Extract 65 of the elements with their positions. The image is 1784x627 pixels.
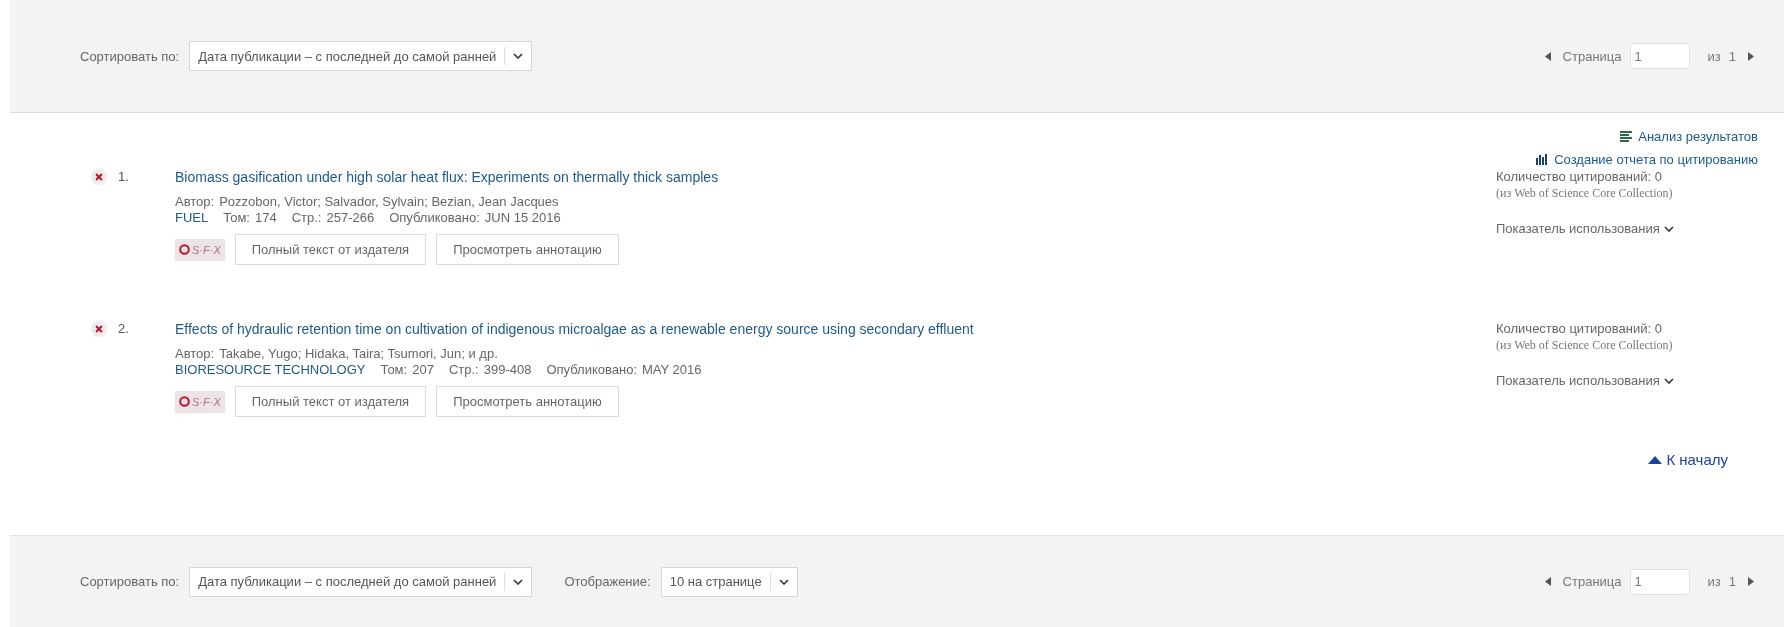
chevron-down-icon	[1663, 225, 1674, 232]
remove-icon	[90, 168, 108, 186]
full-text-button[interactable]: Полный текст от издателя	[234, 234, 427, 265]
back-to-top-link[interactable]: К началу	[1648, 451, 1728, 468]
author-list: Pozzobon, Victor; Salvador, Sylvain; Bezian, Jean Jacques	[219, 194, 559, 210]
detail-label: Стр.:	[291, 210, 322, 226]
usage-count-toggle[interactable]: Показатель использования	[1496, 373, 1674, 388]
chevron-down-icon	[1663, 377, 1674, 384]
view-abstract-button[interactable]: Просмотреть аннотацию	[436, 386, 619, 417]
sort-label: Сортировать по:	[80, 574, 180, 589]
page-number-field[interactable]: 1	[1629, 568, 1690, 595]
page-count: 1	[1728, 48, 1736, 64]
analyze-results-link[interactable]: Анализ результатов	[1620, 129, 1758, 144]
sort-dropdown[interactable]: Дата публикации – с последней до самой ранней	[189, 566, 533, 597]
left-triangle-icon	[1544, 51, 1551, 61]
chevron-down-icon	[513, 578, 524, 585]
remove-icon	[90, 320, 108, 338]
detail-value: 399-408	[483, 362, 532, 378]
citation-count: Количество цитирований: 0	[1496, 321, 1663, 336]
list-icon	[1620, 131, 1633, 142]
full-text-button[interactable]: Полный текст от издателя	[234, 386, 427, 417]
record-title-link[interactable]: Biomass gasification under high solar heat flux: Experiments on thermally thick samples	[175, 169, 1496, 185]
citation-source: (из Web of Science Core Collection)	[1496, 186, 1674, 201]
detail-value: 174	[254, 210, 277, 226]
journal-link[interactable]: FUEL	[175, 210, 209, 226]
detail-value: 257-266	[326, 210, 375, 226]
view-abstract-button[interactable]: Просмотреть аннотацию	[436, 234, 619, 265]
usage-count-toggle[interactable]: Показатель использования	[1496, 221, 1674, 236]
left-triangle-icon	[1544, 577, 1551, 586]
ring-icon	[179, 244, 190, 255]
author-label: Автор:	[175, 346, 215, 362]
citation-source: (из Web of Science Core Collection)	[1496, 338, 1674, 353]
citation-report-link[interactable]: Создание отчета по цитированию	[1536, 152, 1758, 167]
detail-label: Том:	[380, 362, 408, 378]
right-triangle-icon	[1748, 577, 1754, 586]
record-title-link[interactable]: Effects of hydraulic retention time on cultivation of indigenous microalgae as a renewable energy source using secondary effluent	[175, 321, 1496, 337]
author-label: Автор:	[175, 194, 215, 210]
detail-label: Опубликовано:	[546, 362, 637, 378]
page-label: Страница	[1562, 48, 1622, 64]
detail-value: JUN 15 2016	[484, 210, 561, 226]
chevron-down-icon	[513, 53, 524, 59]
detail-value: MAY 2016	[642, 362, 702, 378]
bar-chart-icon	[1536, 154, 1549, 165]
record-number: 2.	[118, 321, 129, 336]
of-label: из	[1707, 48, 1721, 64]
right-triangle-icon	[1748, 51, 1754, 61]
page-number-field[interactable]: 1	[1629, 43, 1690, 69]
author-list: Takabe, Yugo; Hidaka, Taira; Tsumori, Jun; и др.	[219, 346, 498, 362]
detail-label: Опубликовано:	[389, 210, 480, 226]
ring-icon	[179, 396, 190, 407]
of-label: из	[1707, 574, 1721, 589]
journal-link[interactable]: BIORESOURCE TECHNOLOGY	[175, 362, 366, 378]
detail-label: Стр.:	[448, 362, 479, 378]
chevron-down-icon	[778, 578, 789, 585]
record-number: 1.	[118, 169, 129, 184]
citation-count: Количество цитирований: 0	[1496, 169, 1663, 184]
up-triangle-icon	[1648, 455, 1663, 464]
sort-dropdown[interactable]: Дата публикации – с последней до самой ранней	[189, 41, 533, 71]
display-label: Отображение:	[564, 574, 651, 589]
detail-label: Том:	[223, 210, 250, 226]
page-size-dropdown[interactable]: 10 на странице	[660, 566, 798, 597]
detail-value: 207	[412, 362, 434, 378]
page-label: Страница	[1562, 574, 1622, 589]
page-count: 1	[1728, 574, 1736, 589]
sort-label: Сортировать по:	[80, 48, 180, 64]
